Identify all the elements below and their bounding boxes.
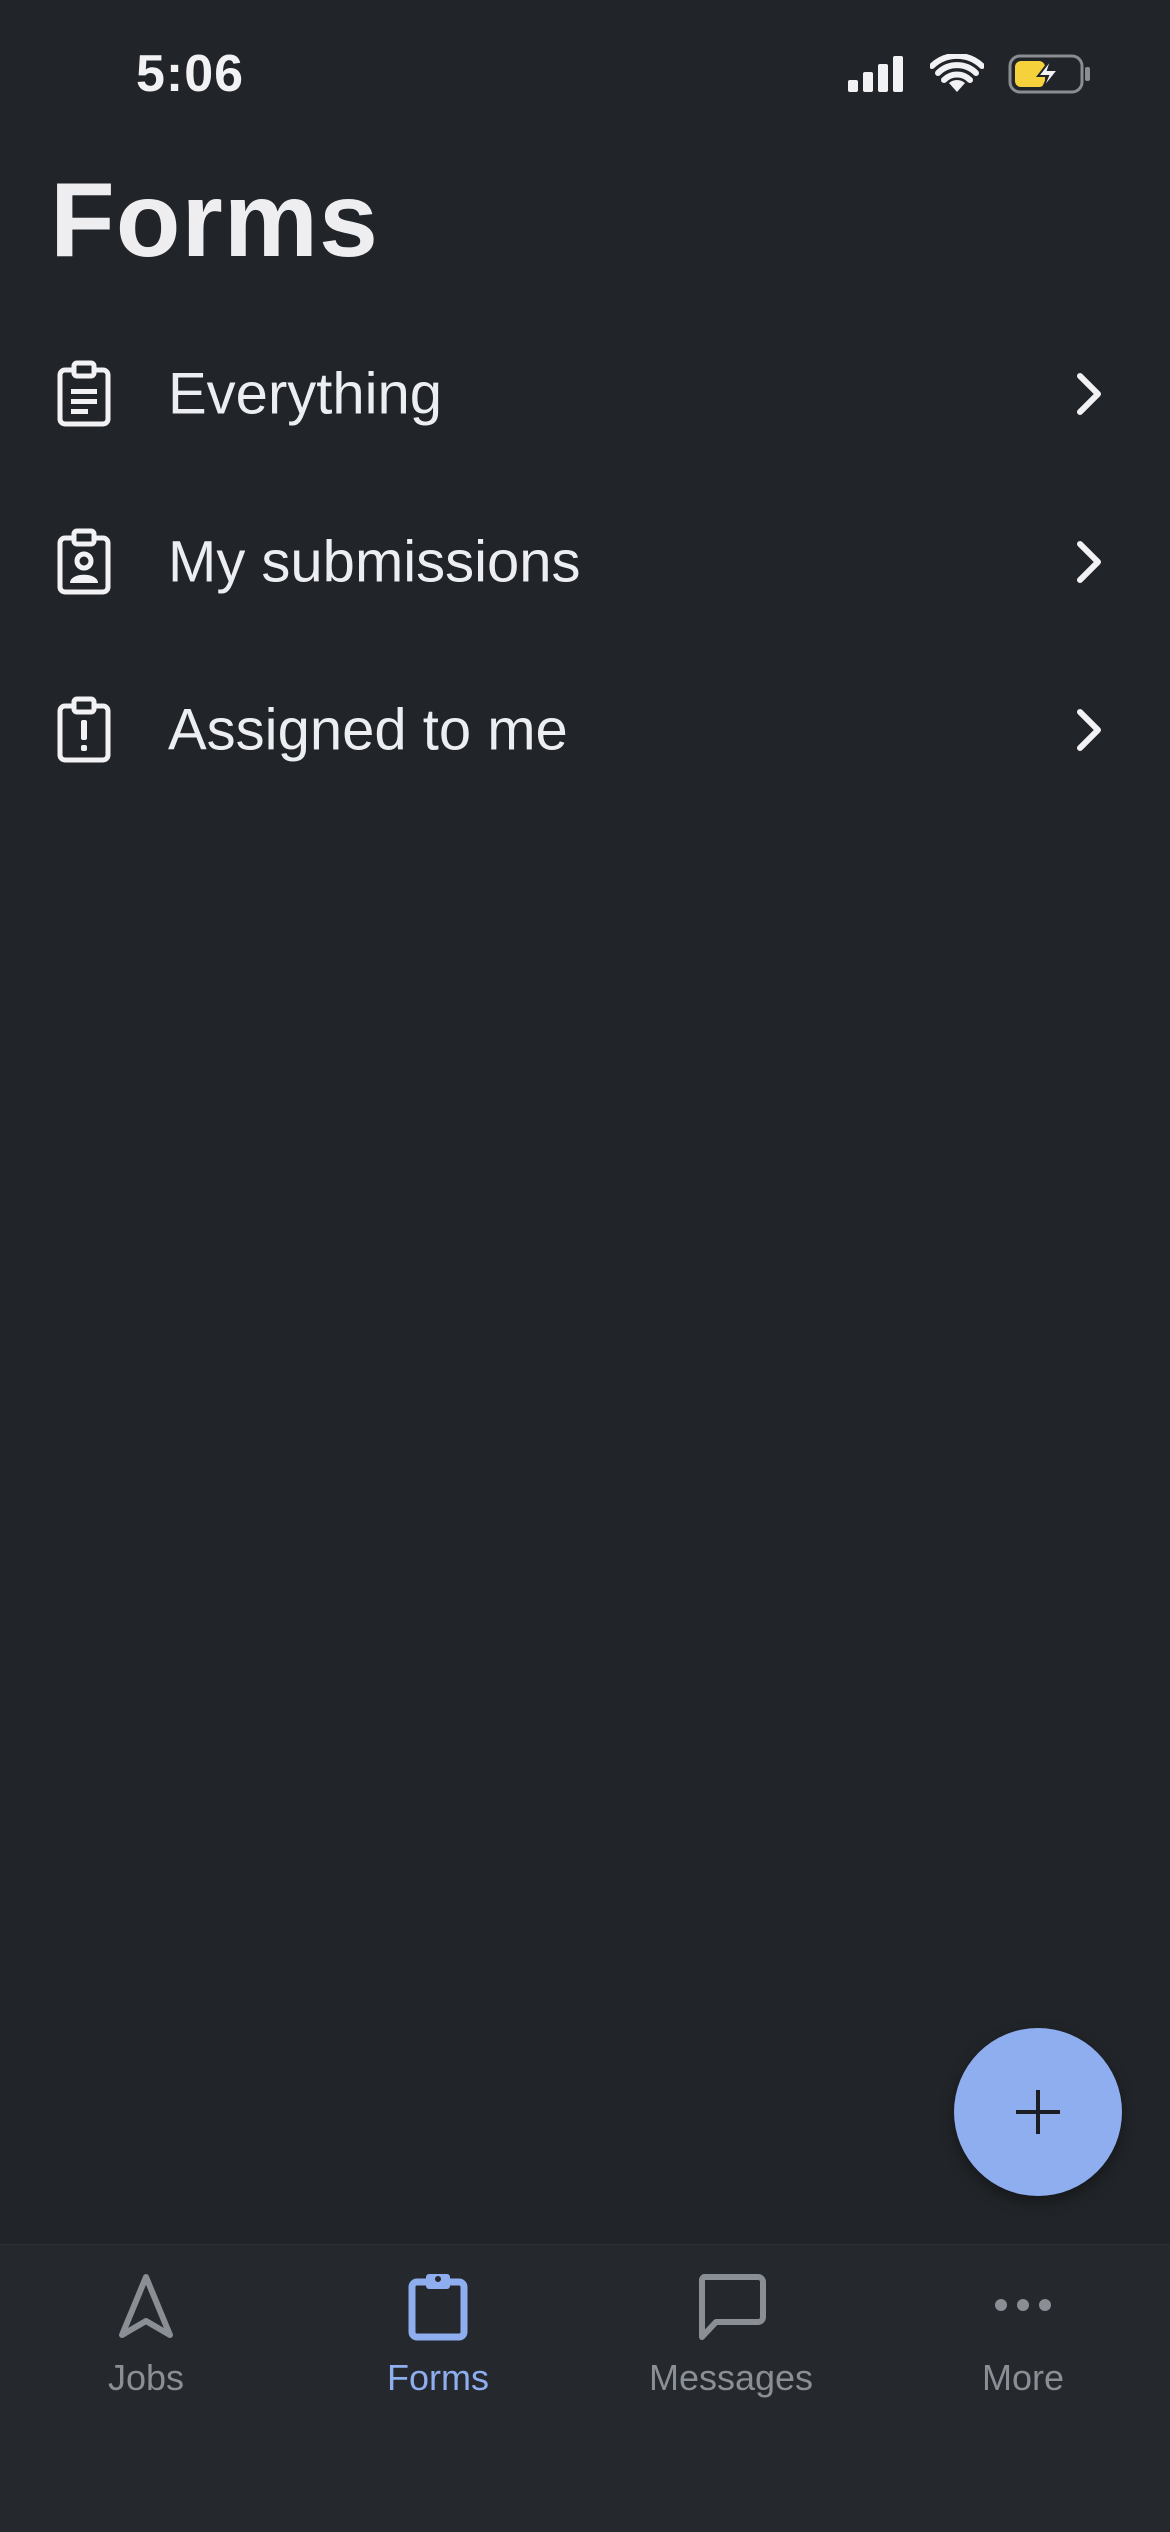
chevron-right-icon: [1077, 709, 1101, 751]
navigation-arrow-icon: [119, 2274, 173, 2338]
tab-label: Forms: [387, 2357, 489, 2398]
tab-label: More: [981, 2357, 1065, 2398]
page-title: Forms: [50, 161, 379, 279]
list-item-label: My submissions: [168, 529, 581, 595]
tab-label: Messages: [648, 2357, 814, 2398]
list-item-label: Assigned to me: [168, 697, 568, 763]
more-dots-icon: [995, 2299, 1051, 2311]
tab-more[interactable]: More: [877, 2245, 1169, 2425]
tab-label: Jobs: [107, 2357, 185, 2398]
battery-charging-icon: [1008, 54, 1090, 94]
forms-screen: 5:06 Forms Everything My submissions Ass…: [0, 0, 1170, 2532]
clipboard-icon: [408, 2274, 468, 2341]
plus-icon: [1016, 2090, 1060, 2134]
list-item-everything[interactable]: Everything: [0, 310, 1170, 478]
message-bubble-icon: [698, 2274, 766, 2340]
add-form-button[interactable]: [954, 2028, 1122, 2196]
status-bar: 5:06: [0, 0, 1170, 150]
list-item-label: Everything: [168, 361, 443, 427]
status-icons: [846, 52, 1092, 96]
clipboard-user-icon: [57, 528, 111, 595]
tab-bar: Jobs Forms Messages More: [0, 2244, 1170, 2532]
tab-messages[interactable]: Messages: [585, 2245, 877, 2425]
status-time: 5:06: [136, 45, 245, 103]
tab-jobs[interactable]: Jobs: [0, 2245, 292, 2425]
forms-filter-list: Everything My submissions Assigned to me: [0, 310, 1170, 814]
chevron-right-icon: [1077, 541, 1101, 583]
clipboard-alert-icon: [57, 696, 111, 763]
tab-forms[interactable]: Forms: [292, 2245, 584, 2425]
chevron-right-icon: [1077, 373, 1101, 415]
clipboard-list-icon: [57, 360, 111, 427]
list-item-assigned-to-me[interactable]: Assigned to me: [0, 646, 1170, 814]
wifi-icon: [930, 54, 984, 92]
list-item-my-submissions[interactable]: My submissions: [0, 478, 1170, 646]
cellular-signal-icon: [848, 56, 903, 92]
